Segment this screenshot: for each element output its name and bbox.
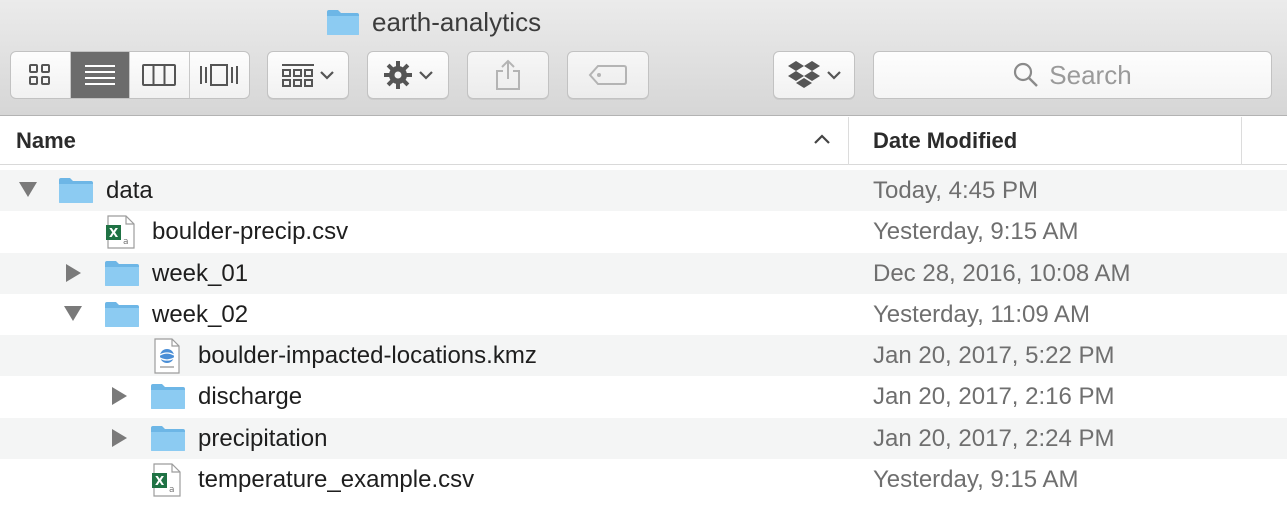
share-icon: [496, 59, 520, 90]
folder-icon: [151, 425, 185, 451]
column-view-button[interactable]: [130, 52, 190, 98]
action-button[interactable]: [367, 51, 449, 99]
date-modified-column-label: Date Modified: [873, 128, 1018, 153]
disclosure-collapsed-icon[interactable]: [112, 428, 127, 447]
column-header: Name Date Modified: [0, 117, 1287, 165]
file-row-week-02[interactable]: week_02 Yesterday, 11:09 AM: [0, 293, 1287, 336]
disclosure-expanded-icon[interactable]: [64, 305, 82, 322]
file-date: Jan 20, 2017, 2:16 PM: [873, 383, 1115, 411]
file-date: Today, 4:45 PM: [873, 177, 1038, 204]
search-input[interactable]: Search: [873, 51, 1272, 99]
arrange-grid-icon: [282, 64, 314, 87]
folder-icon: [105, 301, 139, 327]
search-icon: [1014, 62, 1039, 87]
svg-text:a: a: [169, 485, 175, 495]
window-title-text: earth-analytics: [372, 6, 542, 37]
icon-view-button[interactable]: [11, 52, 71, 98]
file-name: boulder-precip.csv: [152, 218, 349, 246]
folder-icon: [327, 10, 359, 35]
file-name: week_01: [152, 259, 249, 287]
date-modified-column-header[interactable]: Date Modified: [850, 117, 1242, 165]
tag-button[interactable]: [567, 51, 649, 99]
excel-file-icon: X a: [106, 215, 135, 249]
column-view-icon: [142, 64, 177, 86]
file-date: Jan 20, 2017, 5:22 PM: [873, 342, 1115, 370]
folder-icon: [59, 178, 93, 203]
disclosure-collapsed-icon[interactable]: [66, 263, 81, 282]
file-name: week_02: [152, 300, 249, 328]
list-view-icon: [84, 65, 115, 85]
svg-text:X: X: [155, 474, 165, 488]
window-title: earth-analytics: [326, 4, 541, 40]
file-date: Yesterday, 9:15 AM: [873, 218, 1079, 246]
excel-file-icon: X a: [152, 463, 181, 497]
chevron-down-icon: [320, 71, 334, 80]
view-mode-control[interactable]: [10, 51, 250, 99]
window-toolbar: earth-analytics Search: [0, 0, 1287, 116]
name-column-label: Name: [16, 128, 76, 153]
file-name: boulder-impacted-locations.kmz: [198, 342, 537, 370]
file-row-temperature-example[interactable]: X a temperature_example.csv Yesterday, 9…: [0, 459, 1287, 501]
share-button[interactable]: [467, 51, 549, 99]
disclosure-collapsed-icon[interactable]: [112, 387, 127, 406]
svg-text:X: X: [109, 226, 119, 240]
file-row-boulder-precip[interactable]: X a boulder-precip.csv Yesterday, 9:15 A…: [0, 211, 1287, 253]
file-row-precipitation[interactable]: precipitation Jan 20, 2017, 2:24 PM: [0, 417, 1287, 460]
file-row-boulder-impacted-locations[interactable]: boulder-impacted-locations.kmz Jan 20, 2…: [0, 335, 1287, 377]
dropbox-button[interactable]: [773, 51, 855, 99]
file-name: data: [106, 177, 153, 204]
svg-text:a: a: [123, 237, 129, 247]
file-name: temperature_example.csv: [198, 466, 475, 494]
name-column-header[interactable]: Name: [0, 117, 849, 165]
file-row-week-01[interactable]: week_01 Dec 28, 2016, 10:08 AM: [0, 252, 1287, 294]
file-date: Yesterday, 11:09 AM: [873, 300, 1091, 328]
chevron-down-icon: [827, 71, 841, 80]
file-row-discharge[interactable]: discharge Jan 20, 2017, 2:16 PM: [0, 376, 1287, 418]
search-placeholder: Search: [1049, 59, 1132, 90]
disclosure-expanded-icon[interactable]: [19, 182, 37, 198]
chevron-down-icon: [419, 71, 433, 80]
tag-icon: [588, 65, 627, 85]
file-date: Dec 28, 2016, 10:08 AM: [873, 259, 1131, 287]
file-row-data[interactable]: data Today, 4:45 PM: [0, 170, 1287, 212]
folder-icon: [151, 384, 185, 410]
list-view-button[interactable]: [70, 52, 130, 98]
file-name: discharge: [198, 383, 303, 411]
file-list: data Today, 4:45 PM X a boulder-precip.c…: [0, 170, 1287, 501]
arrange-button[interactable]: [267, 51, 349, 99]
folder-icon: [105, 260, 139, 286]
cover-flow-icon: [200, 64, 239, 86]
cover-flow-button[interactable]: [190, 52, 250, 98]
kmz-file-icon: [154, 338, 180, 374]
dropbox-icon: [788, 61, 820, 88]
file-date: Yesterday, 9:15 AM: [873, 466, 1079, 494]
sort-ascending-icon: [814, 134, 830, 144]
gear-icon: [384, 61, 412, 89]
file-name: precipitation: [198, 424, 328, 452]
file-date: Jan 20, 2017, 2:24 PM: [873, 424, 1115, 452]
icon-view-icon: [29, 64, 51, 85]
